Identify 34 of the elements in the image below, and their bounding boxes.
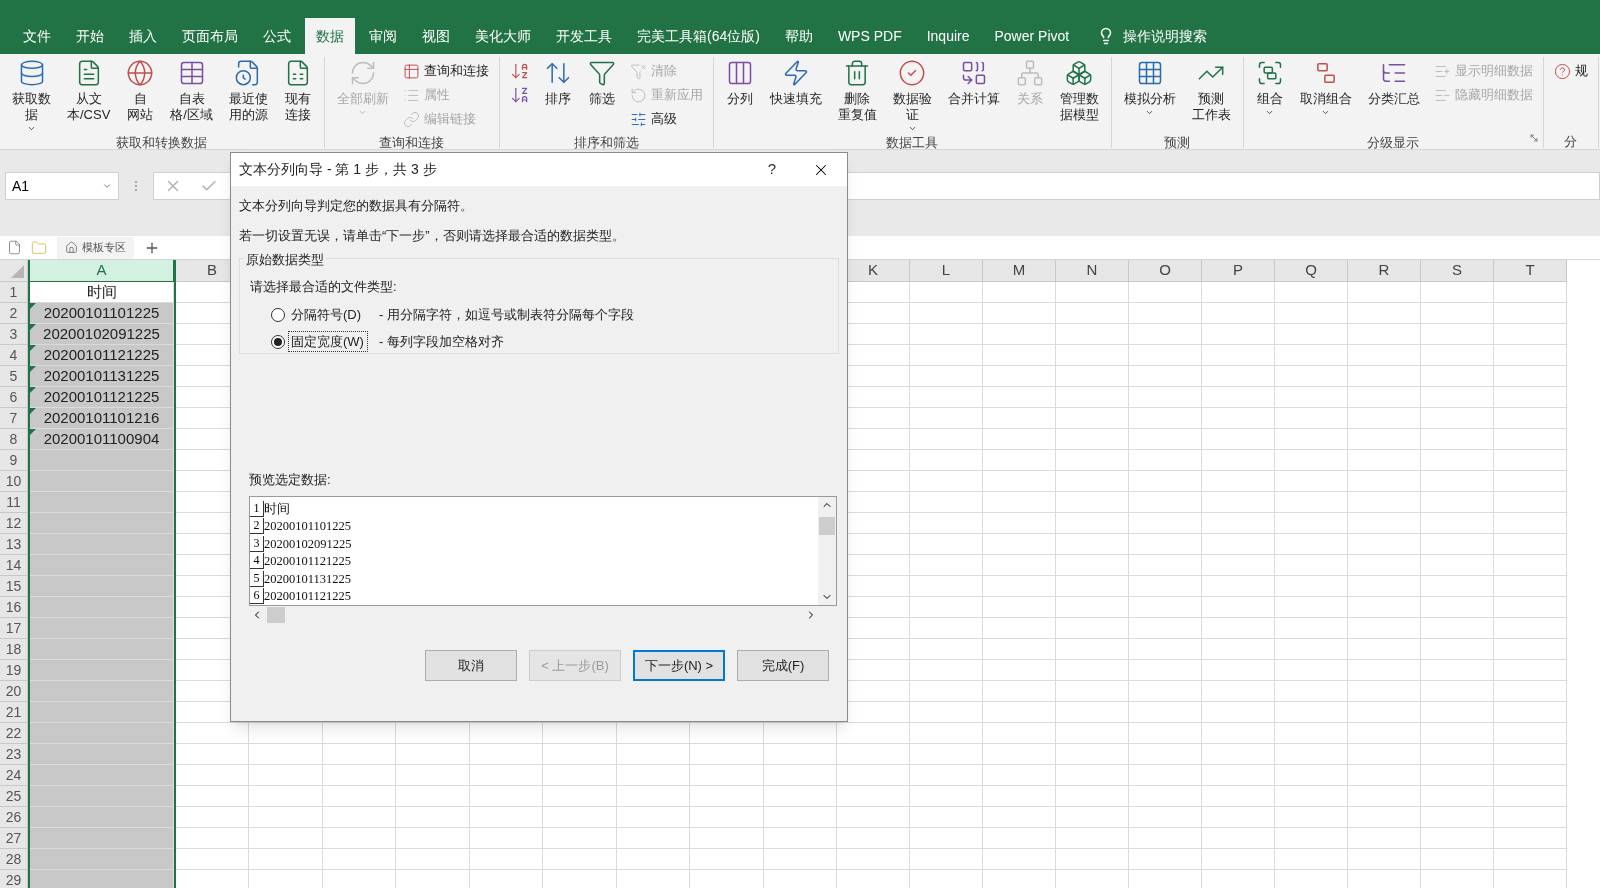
option-description: - 每列字段加空格对齐	[379, 332, 504, 351]
preview-row: 20200101121225	[264, 553, 352, 569]
row-number: 3	[250, 535, 264, 552]
table-cell: 20200101121225	[30, 345, 174, 366]
table-cell: 20200101101225	[30, 303, 174, 324]
table-cell: 20200101121225	[30, 387, 174, 408]
row-number: 2	[250, 518, 264, 534]
instruction-text: 若一切设置无误，请单击“下一步”，否则请选择最合适的数据类型。	[239, 227, 626, 245]
preview-row: 20200102091225	[264, 535, 352, 552]
preview-row: 20200101121225	[264, 588, 352, 604]
row-number: 5	[250, 570, 264, 587]
table-cell: 20200102091225	[30, 324, 174, 345]
group-label: 获取和转换数据	[116, 134, 208, 149]
row-number: 4	[250, 553, 264, 569]
row-number: 1	[250, 500, 264, 517]
row-number: 6	[250, 588, 264, 604]
dialog-title: 文本分列向导 - 第 1 步，共 3 步	[239, 160, 438, 179]
group-label: 数据工具	[886, 134, 939, 149]
preview-label: 预览选定数据:	[249, 471, 332, 489]
preview-row: 20200101101225	[264, 518, 352, 534]
prompt-text: 请选择最合适的文件类型:	[250, 278, 398, 296]
preview-row: 时间	[264, 500, 290, 517]
table-cell: 20200101101216	[30, 408, 174, 429]
group-label: 排序和筛选	[573, 134, 639, 149]
table-cell: 20200101131225	[30, 366, 174, 387]
group-label: 分	[1564, 133, 1578, 148]
option-description: - 用分隔字符，如逗号或制表符分隔每个字段	[379, 305, 634, 324]
group-label: 查询和连接	[379, 134, 445, 149]
table-cell: 20200101100904	[30, 429, 174, 450]
preview-row: 20200101131225	[264, 570, 352, 587]
table-cell: 时间	[30, 282, 174, 303]
group-label: 分级显示	[1367, 134, 1420, 149]
intro-text: 文本分列向导判定您的数据具有分隔符。	[239, 197, 474, 215]
group-label: 预测	[1164, 134, 1191, 149]
